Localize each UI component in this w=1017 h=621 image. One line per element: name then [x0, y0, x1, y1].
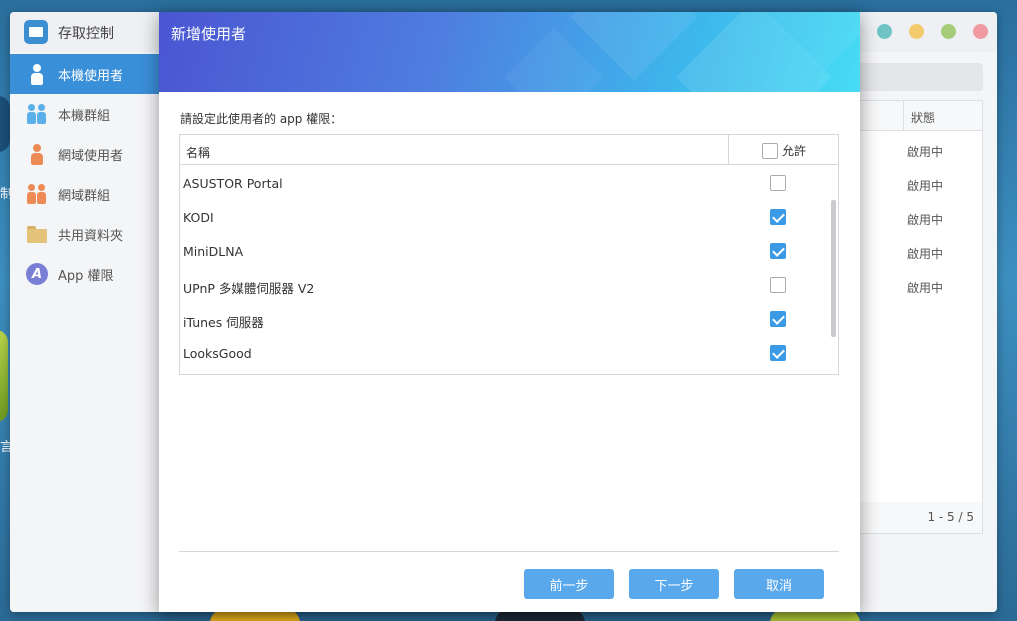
status-cell: 啟用中 — [907, 145, 944, 159]
table-row: MiniDLNA — [180, 234, 838, 268]
allow-column-header: 允許 — [782, 144, 807, 158]
cancel-button[interactable]: 取消 — [734, 569, 824, 599]
search-input[interactable] — [850, 63, 983, 91]
table-row: iTunes 伺服器 — [180, 302, 838, 336]
sidebar-item-local-users[interactable]: 本機使用者 — [10, 54, 159, 94]
dialog-title: 新增使用者 — [171, 25, 247, 43]
sidebar: 本機使用者 本機群組 網域使用者 網域群組 共用資料夾 A App 權限 — [10, 52, 159, 612]
allow-checkbox[interactable] — [770, 277, 786, 293]
sidebar-item-label: 網域群組 — [58, 188, 111, 204]
table-footer: 1 - 5 / 5 — [858, 502, 983, 534]
user-icon — [26, 63, 48, 85]
folder-icon — [26, 223, 48, 245]
table-header: 名稱 允許 — [180, 135, 838, 165]
app-permission-table: 名稱 允許 ASUSTOR Portal KODI MiniDLNA UPnP … — [179, 134, 839, 375]
sidebar-item-label: App 權限 — [58, 268, 114, 284]
table-header: 狀態 — [859, 101, 982, 131]
sidebar-item-domain-users[interactable]: 網域使用者 — [10, 134, 159, 174]
pagination-label: 1 - 5 / 5 — [927, 510, 974, 524]
window-close-button[interactable] — [973, 24, 988, 39]
app-icon: A — [26, 263, 48, 285]
access-control-app-icon — [24, 20, 48, 44]
allow-checkbox[interactable] — [770, 243, 786, 259]
app-name: UPnP 多媒體伺服器 V2 — [183, 281, 315, 296]
add-user-dialog: 新增使用者 請設定此使用者的 app 權限： 名稱 允許 ASUSTOR Por… — [159, 12, 860, 612]
users-table: 狀態 啟用中 啟用中 啟用中 啟用中 啟用中 — [858, 100, 983, 515]
status-cell: 啟用中 — [907, 213, 944, 227]
allow-checkbox[interactable] — [770, 345, 786, 361]
desktop-app-icon[interactable] — [0, 96, 10, 152]
table-row: UPnP 多媒體伺服器 V2 — [180, 268, 838, 302]
sidebar-item-label: 本機群組 — [58, 108, 111, 124]
table-body: ASUSTOR Portal KODI MiniDLNA UPnP 多媒體伺服器… — [180, 166, 838, 374]
allow-checkbox[interactable] — [770, 175, 786, 191]
status-column-header[interactable]: 狀態 — [911, 109, 935, 126]
allow-all-checkbox[interactable] — [762, 142, 778, 159]
sidebar-item-shared-folders[interactable]: 共用資料夾 — [10, 214, 159, 254]
app-name: iTunes 伺服器 — [183, 315, 264, 330]
status-cell: 啟用中 — [907, 179, 944, 193]
next-step-button[interactable]: 下一步 — [629, 569, 719, 599]
domain-user-icon — [26, 143, 48, 165]
desktop-app-icon[interactable] — [0, 330, 8, 422]
window-maximize-button[interactable] — [941, 24, 956, 39]
sidebar-item-domain-groups[interactable]: 網域群組 — [10, 174, 159, 214]
sidebar-item-label: 共用資料夾 — [58, 228, 124, 244]
app-name: LooksGood — [183, 346, 252, 361]
previous-step-button[interactable]: 前一步 — [524, 569, 614, 599]
table-scrollbar[interactable] — [831, 200, 836, 337]
sidebar-item-label: 網域使用者 — [58, 148, 124, 164]
dialog-header[interactable]: 新增使用者 — [159, 12, 860, 92]
window-minimize-button[interactable] — [909, 24, 924, 39]
table-row: LooksGood — [180, 336, 838, 370]
footer-divider — [179, 551, 839, 552]
group-icon — [26, 103, 48, 125]
table-row: KODI — [180, 200, 838, 234]
status-cell: 啟用中 — [907, 281, 944, 295]
status-cell: 啟用中 — [907, 247, 944, 261]
window-title: 存取控制 — [58, 26, 114, 42]
window-menu-button[interactable] — [877, 24, 892, 39]
app-name: KODI — [183, 210, 214, 225]
domain-group-icon — [26, 183, 48, 205]
sidebar-item-local-groups[interactable]: 本機群組 — [10, 94, 159, 134]
allow-checkbox[interactable] — [770, 311, 786, 327]
table-row: ASUSTOR Portal — [180, 166, 838, 200]
sidebar-item-label: 本機使用者 — [58, 68, 124, 84]
allow-checkbox[interactable] — [770, 209, 786, 225]
app-name: ASUSTOR Portal — [183, 176, 283, 191]
app-name: MiniDLNA — [183, 244, 244, 259]
sidebar-item-app-permissions[interactable]: A App 權限 — [10, 254, 159, 294]
name-column-header: 名稱 — [186, 146, 211, 160]
app-permission-prompt: 請設定此使用者的 app 權限： — [180, 112, 343, 126]
